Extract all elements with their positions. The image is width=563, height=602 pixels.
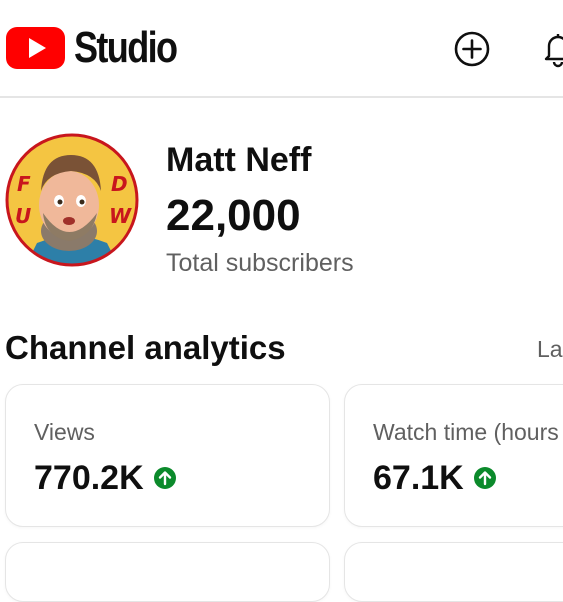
avatar-letter-u: U (15, 204, 31, 228)
channel-name[interactable]: Matt Neff (166, 143, 311, 177)
card-label: Views (34, 419, 95, 445)
notifications-button[interactable] (538, 29, 563, 69)
youtube-play-icon (6, 27, 65, 69)
trend-up-icon (153, 467, 176, 489)
avatar-letter-w: W (109, 204, 132, 228)
channel-summary: F U D W Matt Neff 22,000 Total subscribe… (0, 120, 563, 290)
analytics-card-partial[interactable] (344, 542, 563, 602)
card-value: 67.1K (373, 459, 464, 497)
channel-avatar[interactable]: F U D W (5, 133, 139, 267)
top-app-bar: Studio (0, 0, 563, 98)
avatar-letter-f: F (17, 172, 31, 196)
subscriber-count: 22,000 (166, 191, 301, 240)
studio-logo[interactable]: Studio (6, 26, 199, 70)
analytics-period-link[interactable]: La (537, 338, 563, 361)
avatar-letter-d: D (111, 172, 128, 196)
subscriber-label: Total subscribers (166, 249, 354, 277)
watch-time-card[interactable]: Watch time (hours 67.1K (344, 384, 563, 527)
bell-icon (544, 34, 563, 68)
card-label: Watch time (hours (373, 419, 559, 445)
add-circle-icon (454, 31, 490, 67)
channel-analytics-title: Channel analytics (5, 329, 286, 366)
app-name: Studio (74, 23, 178, 72)
card-value: 770.2K (34, 459, 144, 497)
views-card[interactable]: Views 770.2K (5, 384, 330, 527)
trend-up-icon (473, 467, 496, 489)
create-button[interactable] (452, 29, 492, 69)
analytics-card-partial[interactable] (5, 542, 330, 602)
